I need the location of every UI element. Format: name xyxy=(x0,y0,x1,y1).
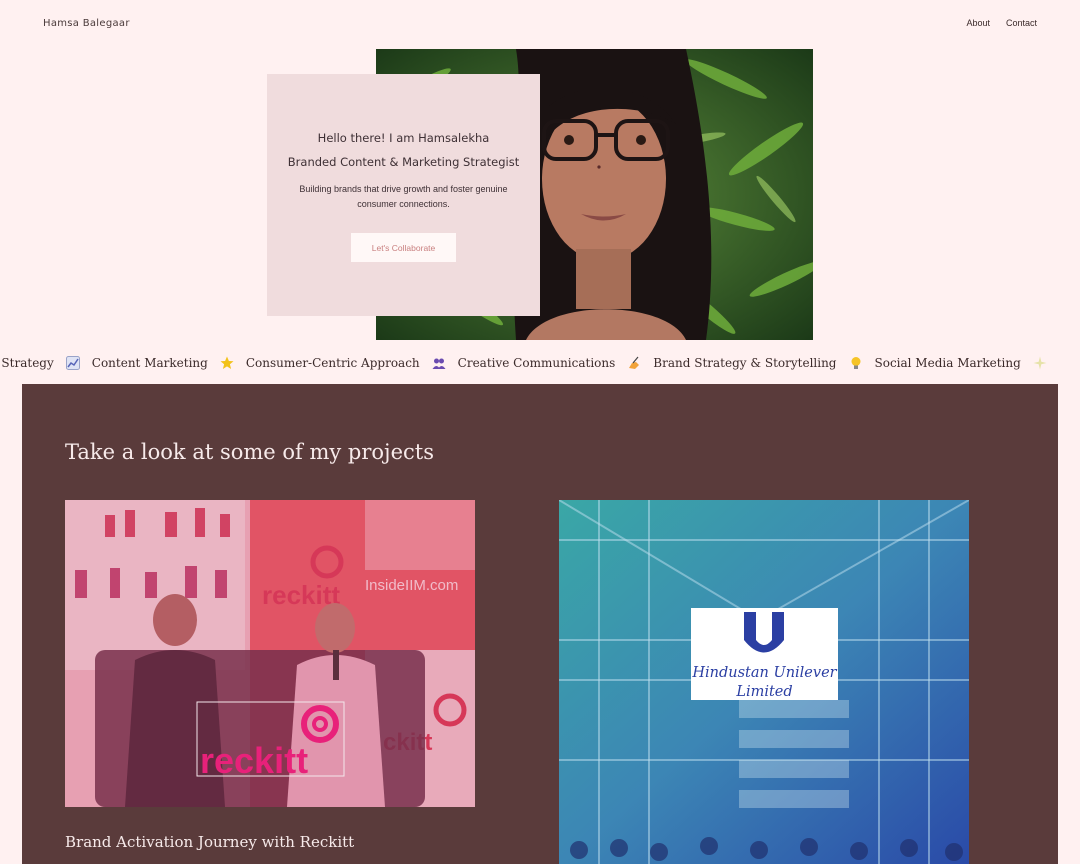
people-icon xyxy=(432,356,446,370)
hero-role: Branded Content & Marketing Strategist xyxy=(287,155,520,169)
projects-title: Take a look at some of my projects xyxy=(65,440,434,464)
marquee-item: Social Media Marketing xyxy=(874,356,1021,370)
marquee-track: Marketing Strategy Content Marketing Con… xyxy=(0,352,1059,374)
chart-icon xyxy=(65,356,80,370)
site-brand[interactable]: Hamsa Balegaar xyxy=(43,18,130,29)
marquee-item: Consumer-Centric Approach xyxy=(245,356,420,370)
marquee-item: Content Marketing xyxy=(91,356,208,370)
skills-marquee: Marketing Strategy Content Marketing Con… xyxy=(0,352,1080,374)
star-icon xyxy=(220,356,234,370)
marquee-item: Marketing Strategy xyxy=(0,356,54,370)
project-card-reckitt[interactable]: reckitt InsideIIM.com ckitt reckitt xyxy=(65,500,475,864)
project-image-reckitt[interactable]: reckitt InsideIIM.com ckitt reckitt xyxy=(65,500,475,807)
hero-intro-card: Hello there! I am Hamsalekha Branded Con… xyxy=(267,74,540,316)
marquee-item: Brand Strategy & Storytelling xyxy=(653,356,837,370)
hero-greeting: Hello there! I am Hamsalekha xyxy=(317,131,490,145)
project-card-hul[interactable]: Hindustan Unilever Limited xyxy=(559,500,969,864)
writing-hand-icon xyxy=(627,356,641,370)
marquee-item: Creative Communications xyxy=(457,356,616,370)
nav-about[interactable]: About xyxy=(966,18,990,28)
sparkle-icon xyxy=(1033,356,1047,370)
hul-logo-line2: Limited xyxy=(735,684,792,700)
projects-section: Take a look at some of my projects recki… xyxy=(22,384,1058,864)
lightbulb-icon xyxy=(849,356,863,370)
hul-logo-line1: Hindustan Unilever xyxy=(691,665,837,681)
project-caption-reckitt[interactable]: Brand Activation Journey with Reckitt xyxy=(65,833,354,851)
top-nav: About Contact xyxy=(966,18,1037,28)
nav-contact[interactable]: Contact xyxy=(1006,18,1037,28)
collaborate-button[interactable]: Let's Collaborate xyxy=(351,233,456,262)
reckitt-logo-text: reckitt xyxy=(200,740,308,781)
project-image-hul[interactable]: Hindustan Unilever Limited xyxy=(559,500,969,864)
hero-tagline: Building brands that drive growth and fo… xyxy=(299,184,508,209)
